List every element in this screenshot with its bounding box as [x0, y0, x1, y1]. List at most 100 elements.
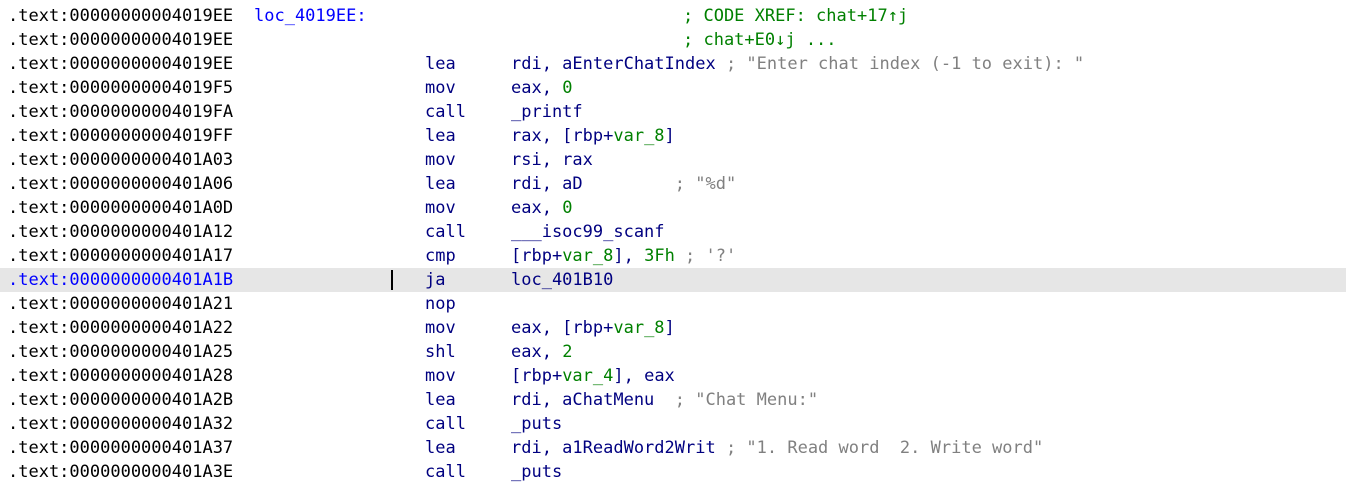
address[interactable]: .text:00000000004019EE	[8, 52, 233, 76]
operand-token[interactable]: 0	[562, 78, 572, 98]
operand-token[interactable]: 2	[562, 342, 572, 362]
operand-token[interactable]: _puts	[511, 414, 562, 434]
address[interactable]: .text:0000000000401A37	[8, 436, 233, 460]
operands[interactable]: loc_401B10	[511, 268, 613, 292]
disassembly-listing[interactable]: .text:00000000004019EE loc_4019EE: ; CODE …	[0, 0, 1346, 487]
mnemonic[interactable]: shl	[425, 340, 456, 364]
operands[interactable]: rax, [rbp+var_8]	[511, 124, 675, 148]
operand-token[interactable]: var_8	[613, 318, 664, 338]
mnemonic[interactable]: mov	[425, 364, 456, 388]
listing-row[interactable]: .text:0000000000401A0D mov eax, 0	[0, 196, 1346, 220]
operand-token[interactable]: ___isoc99_scanf	[511, 222, 665, 242]
address[interactable]: .text:0000000000401A25	[8, 340, 233, 364]
operand-token[interactable]: 3Fh	[644, 246, 675, 266]
operand-token[interactable]: eax,	[511, 78, 562, 98]
mnemonic[interactable]: call	[425, 100, 466, 124]
listing-row[interactable]: .text:00000000004019F5 mov eax, 0	[0, 76, 1346, 100]
operands[interactable]: rdi, a1ReadWord2Writ ; "1. Read word 2. …	[511, 436, 1043, 460]
operands[interactable]: [rbp+var_8], 3Fh ; '?'	[511, 244, 736, 268]
operands[interactable]: ___isoc99_scanf	[511, 220, 665, 244]
address[interactable]: .text:0000000000401A0D	[8, 196, 233, 220]
address[interactable]: .text:0000000000401A2B	[8, 388, 233, 412]
operands[interactable]: _puts	[511, 412, 562, 436]
listing-row[interactable]: .text:00000000004019EE ; chat+E0↓j ...	[0, 28, 1346, 52]
mnemonic[interactable]: mov	[425, 148, 456, 172]
listing-row[interactable]: .text:0000000000401A28 mov [rbp+var_4], ea…	[0, 364, 1346, 388]
listing-row[interactable]: .text:0000000000401A37 lea rdi, a1ReadWord…	[0, 436, 1346, 460]
operand-token[interactable]: [rbp+	[511, 246, 562, 266]
operand-token[interactable]: _puts	[511, 462, 562, 482]
operand-token[interactable]: rdi, aD	[511, 174, 675, 194]
listing-row-selected[interactable]: .text:0000000000401A1B ja loc_401B10	[0, 268, 1346, 292]
address[interactable]: .text:0000000000401A06	[8, 172, 233, 196]
listing-row[interactable]: .text:0000000000401A12 call ___isoc99_scan…	[0, 220, 1346, 244]
operands[interactable]: eax, 2	[511, 340, 572, 364]
operands[interactable]: eax, 0	[511, 196, 572, 220]
listing-row[interactable]: .text:0000000000401A3E call _puts	[0, 460, 1346, 484]
listing-row[interactable]: .text:0000000000401A03 mov rsi, rax	[0, 148, 1346, 172]
xref-comment[interactable]: ; CODE XREF: chat+17↑j	[683, 4, 908, 28]
listing-row[interactable]: .text:00000000004019EE loc_4019EE: ; CODE …	[0, 4, 1346, 28]
address[interactable]: .text:0000000000401A03	[8, 148, 233, 172]
address[interactable]: .text:0000000000401A21	[8, 292, 233, 316]
mnemonic[interactable]: mov	[425, 76, 456, 100]
address[interactable]: .text:0000000000401A3E	[8, 460, 233, 484]
operand-token[interactable]: _printf	[511, 102, 583, 122]
address[interactable]: .text:0000000000401A32	[8, 412, 233, 436]
listing-row[interactable]: .text:00000000004019EE lea rdi, aEnterChat…	[0, 52, 1346, 76]
address[interactable]: .text:0000000000401A22	[8, 316, 233, 340]
operand-token[interactable]: ]	[665, 126, 675, 146]
listing-row[interactable]: .text:0000000000401A06 lea rdi, aD ; "%d"	[0, 172, 1346, 196]
mnemonic[interactable]: lea	[425, 52, 456, 76]
operand-token[interactable]: var_8	[613, 126, 664, 146]
operands[interactable]: rdi, aChatMenu ; "Chat Menu:"	[511, 388, 818, 412]
mnemonic[interactable]: lea	[425, 124, 456, 148]
mnemonic[interactable]: mov	[425, 316, 456, 340]
mnemonic[interactable]: cmp	[425, 244, 456, 268]
operands[interactable]: eax, [rbp+var_8]	[511, 316, 675, 340]
mnemonic[interactable]: lea	[425, 436, 456, 460]
address[interactable]: .text:0000000000401A1B	[8, 268, 233, 292]
listing-row[interactable]: .text:00000000004019FF lea rax, [rbp+var_8…	[0, 124, 1346, 148]
operand-token[interactable]: rsi, rax	[511, 150, 593, 170]
mnemonic[interactable]: mov	[425, 196, 456, 220]
listing-row[interactable]: .text:0000000000401A2B lea rdi, aChatMenu …	[0, 388, 1346, 412]
operand-token[interactable]: eax,	[511, 198, 562, 218]
listing-row[interactable]: .text:0000000000401A32 call _puts	[0, 412, 1346, 436]
operand-token[interactable]: rdi, a1ReadWord2Writ	[511, 438, 726, 458]
operand-token[interactable]: var_8	[562, 246, 613, 266]
operands[interactable]: [rbp+var_4], eax	[511, 364, 675, 388]
operand-token[interactable]: loc_401B10	[511, 270, 613, 290]
operand-token[interactable]: ],	[613, 246, 644, 266]
operand-token[interactable]: rax, [rbp+	[511, 126, 613, 146]
listing-row[interactable]: .text:0000000000401A21 nop	[0, 292, 1346, 316]
operand-token[interactable]: rdi, aChatMenu	[511, 390, 675, 410]
operand-token[interactable]: 0	[562, 198, 572, 218]
operands[interactable]: rdi, aD ; "%d"	[511, 172, 736, 196]
mnemonic[interactable]: call	[425, 460, 466, 484]
code-label[interactable]: loc_4019EE:	[254, 4, 367, 28]
address[interactable]: .text:00000000004019FF	[8, 124, 233, 148]
address[interactable]: .text:0000000000401A17	[8, 244, 233, 268]
operands[interactable]: eax, 0	[511, 76, 572, 100]
operand-token[interactable]: rdi, aEnterChatIndex	[511, 54, 726, 74]
mnemonic[interactable]: lea	[425, 388, 456, 412]
mnemonic[interactable]: lea	[425, 172, 456, 196]
xref-comment[interactable]: ; chat+E0↓j ...	[683, 28, 837, 52]
listing-row[interactable]: .text:0000000000401A17 cmp [rbp+var_8], 3F…	[0, 244, 1346, 268]
operand-token[interactable]: ]	[665, 318, 675, 338]
operand-token[interactable]: var_4	[562, 366, 613, 386]
address[interactable]: .text:00000000004019F5	[8, 76, 233, 100]
operand-token[interactable]: ], eax	[613, 366, 674, 386]
listing-row[interactable]: .text:0000000000401A22 mov eax, [rbp+var_8…	[0, 316, 1346, 340]
operands[interactable]: rdi, aEnterChatIndex ; "Enter chat index…	[511, 52, 1084, 76]
mnemonic[interactable]: call	[425, 412, 466, 436]
operands[interactable]: _puts	[511, 460, 562, 484]
operands[interactable]: rsi, rax	[511, 148, 593, 172]
listing-row[interactable]: .text:00000000004019FA call _printf	[0, 100, 1346, 124]
address[interactable]: .text:00000000004019EE	[8, 28, 233, 52]
mnemonic[interactable]: nop	[425, 292, 456, 316]
address[interactable]: .text:00000000004019FA	[8, 100, 233, 124]
operand-token[interactable]: [rbp+	[511, 366, 562, 386]
address[interactable]: .text:0000000000401A12	[8, 220, 233, 244]
